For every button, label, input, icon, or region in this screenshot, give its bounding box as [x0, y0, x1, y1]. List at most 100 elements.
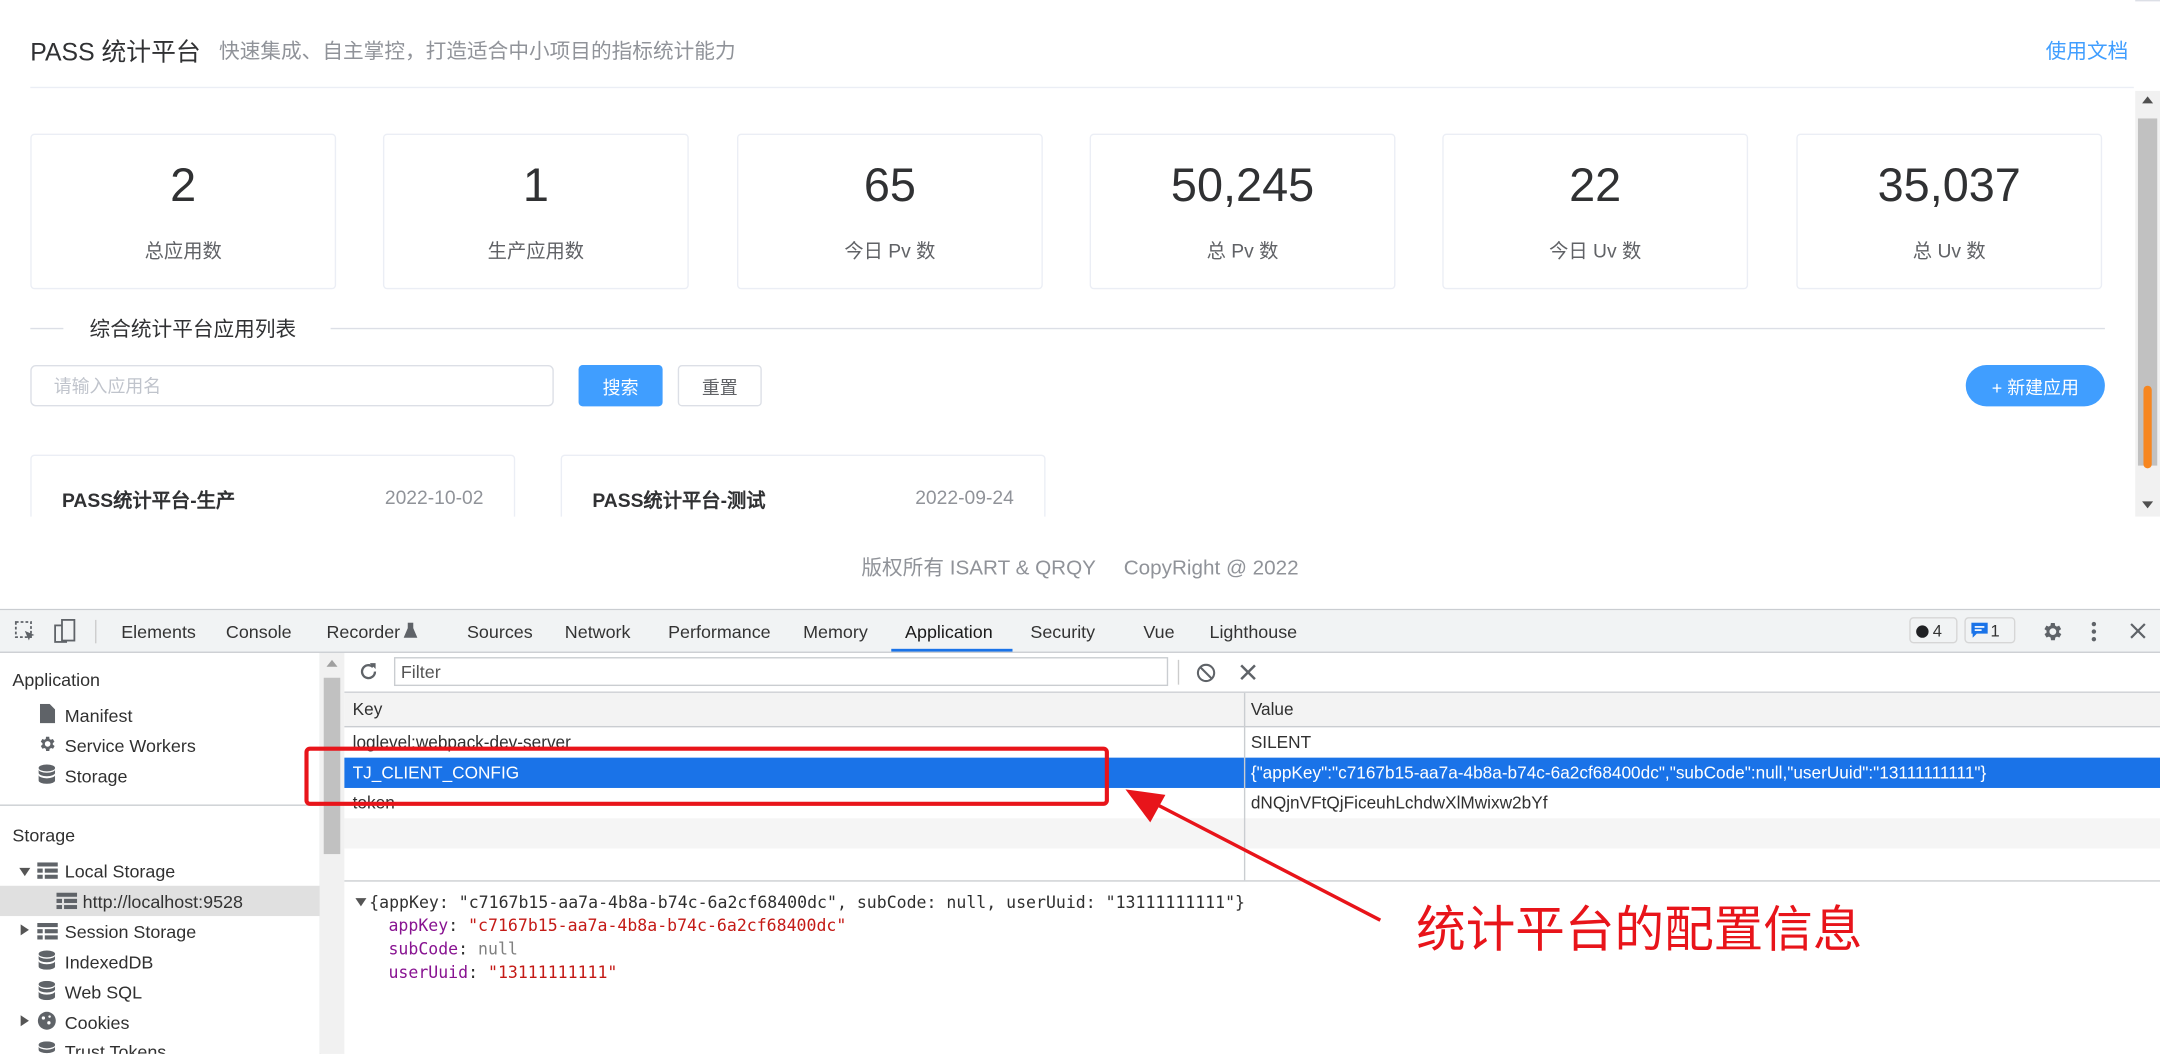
sidebar-item-manifest[interactable]: Manifest	[65, 705, 133, 726]
preview-summary[interactable]: {appKey: "c7167b15-aa7a-4b8a-b74c-6a2cf6…	[369, 893, 1245, 912]
field-value: "c7167b15-aa7a-4b8a-b74c-6a2cf68400dc"	[468, 916, 847, 936]
inspect-element-icon[interactable]	[14, 620, 37, 643]
close-devtools-icon[interactable]	[2130, 623, 2147, 640]
preview-field: userUuid: "13111111111"	[388, 962, 618, 983]
active-tab-indicator	[891, 648, 1013, 652]
database-icon	[38, 980, 56, 1001]
device-toolbar-icon[interactable]	[52, 619, 77, 644]
field-key: appKey	[388, 916, 449, 936]
scroll-up-arrow-icon[interactable]	[2142, 96, 2154, 104]
tab-console[interactable]: Console	[226, 621, 292, 642]
table-grid-icon	[37, 922, 58, 940]
reset-button[interactable]: 重置	[677, 365, 762, 407]
table-grid-icon	[56, 892, 78, 910]
stat-card-total-uv: 35,037 总 Uv 数	[1796, 133, 2103, 290]
settings-gear-icon[interactable]	[2040, 620, 2063, 643]
collapse-arrow-icon[interactable]	[20, 924, 29, 936]
collapse-arrow-icon[interactable]	[20, 1015, 29, 1027]
docs-link[interactable]: 使用文档	[2046, 36, 2129, 65]
footer-copyright: CopyRight @ 2022	[1123, 556, 1299, 580]
row-value: {"appKey":"c7167b15-aa7a-4b8a-b74c-6a2cf…	[1250, 763, 1987, 783]
app-card-date: 2022-09-24	[915, 486, 1014, 509]
table-row-empty	[344, 818, 2160, 849]
stat-value: 35,037	[1877, 159, 2021, 213]
sidebar-item-cookies[interactable]: Cookies	[65, 1012, 130, 1033]
tab-elements[interactable]: Elements	[121, 621, 196, 642]
page-subtitle: 快速集成、自主掌控，打造适合中小项目的指标统计能力	[219, 39, 736, 64]
row-value: SILENT	[1250, 732, 1312, 753]
sidebar-scrollbar[interactable]	[319, 652, 345, 1054]
tab-vue[interactable]: Vue	[1143, 621, 1174, 642]
tab-security[interactable]: Security	[1030, 621, 1095, 642]
toolbar-separator	[95, 619, 97, 644]
tab-recorder[interactable]: Recorder	[326, 621, 400, 642]
footer-rights: 版权所有 ISART & QRQY	[861, 556, 1096, 580]
scroll-down-arrow-icon[interactable]	[2142, 501, 2154, 509]
field-value: null	[478, 939, 518, 959]
sidebar-item-service-workers[interactable]: Service Workers	[65, 736, 196, 757]
annotation-label: 统计平台的配置信息	[1416, 900, 1863, 958]
database-icon	[38, 764, 56, 784]
stat-value: 22	[1569, 159, 1622, 213]
value-preview: {appKey: "c7167b15-aa7a-4b8a-b74c-6a2cf6…	[344, 882, 2160, 1054]
cookie-icon	[37, 1011, 56, 1030]
stage: PASS 统计平台 快速集成、自主掌控，打造适合中小项目的指标统计能力 使用文档…	[0, 0, 2160, 1054]
column-separator	[1243, 692, 1246, 881]
column-header-value[interactable]: Value	[1251, 700, 1294, 719]
expand-arrow-icon[interactable]	[19, 867, 31, 877]
stat-value: 50,245	[1170, 159, 1315, 213]
refresh-icon[interactable]	[358, 661, 379, 682]
tab-sources[interactable]: Sources	[467, 621, 533, 642]
devtools-panel: Elements Console Recorder Sources Networ…	[0, 608, 2160, 1054]
sidebar-divider	[0, 804, 320, 806]
file-icon	[39, 703, 56, 724]
app-card-name: PASS统计平台-测试	[592, 489, 766, 512]
app-card-date: 2022-10-02	[384, 486, 484, 509]
page-scrollbar[interactable]	[2135, 90, 2160, 517]
scroll-up-arrow-icon[interactable]	[326, 659, 338, 667]
application-sidebar: Application Manifest Service Workers Sto…	[0, 652, 321, 1054]
stat-label: 今日 Uv 数	[1549, 239, 1642, 262]
delete-selected-icon[interactable]	[1240, 664, 1257, 681]
messages-badge[interactable]: 1	[1964, 617, 2016, 644]
stat-label: 生产应用数	[487, 239, 585, 262]
stat-value: 2	[170, 159, 197, 213]
messages-count: 1	[1990, 621, 2000, 641]
tab-network[interactable]: Network	[565, 621, 631, 642]
sidebar-item-local-origin[interactable]: http://localhost:9528	[83, 891, 243, 912]
scroll-indicator	[2143, 385, 2152, 469]
section-divider-left	[30, 327, 64, 330]
section-title: 综合统计平台应用列表	[89, 314, 297, 344]
tab-performance[interactable]: Performance	[668, 621, 771, 642]
more-options-icon[interactable]	[2090, 620, 2098, 643]
section-divider-right	[330, 327, 2105, 330]
app-card[interactable]: PASS统计平台-测试 2022-09-24	[560, 454, 1046, 517]
message-icon	[1971, 622, 1988, 638]
tab-application[interactable]: Application	[905, 621, 993, 642]
sidebar-item-trust-tokens[interactable]: Trust Tokens	[65, 1041, 167, 1053]
new-app-button[interactable]: + 新建应用	[1965, 365, 2105, 407]
search-button[interactable]: 搜索	[578, 365, 663, 407]
page-title: PASS 统计平台	[30, 38, 201, 67]
field-key: userUuid	[388, 962, 469, 983]
sidebar-item-session-storage[interactable]: Session Storage	[65, 922, 196, 943]
app-name-search-input[interactable]	[30, 365, 554, 407]
annotation-highlight-box	[304, 746, 1109, 806]
errors-badge[interactable]: 4	[1909, 617, 1958, 644]
column-header-key[interactable]: Key	[353, 700, 383, 719]
tab-lighthouse[interactable]: Lighthouse	[1209, 621, 1297, 642]
tab-memory[interactable]: Memory	[803, 621, 868, 642]
app-card[interactable]: PASS统计平台-生产 2022-10-02	[30, 454, 516, 517]
expand-arrow-icon[interactable]	[355, 898, 367, 907]
preview-field: appKey: "c7167b15-aa7a-4b8a-b74c-6a2cf68…	[388, 916, 847, 936]
sidebar-item-indexeddb[interactable]: IndexedDB	[65, 952, 154, 973]
sidebar-item-local-storage[interactable]: Local Storage	[65, 861, 176, 882]
clear-all-icon[interactable]	[1196, 663, 1217, 684]
devtools-tabbar: Elements Console Recorder Sources Networ…	[0, 610, 2160, 653]
filter-input[interactable]	[393, 657, 1169, 687]
storage-view: Key Value loglevel:webpack-dev-server SI…	[344, 652, 2160, 1054]
stat-label: 今日 Pv 数	[844, 239, 936, 262]
sidebar-item-storage[interactable]: Storage	[65, 766, 128, 787]
sidebar-item-web-sql[interactable]: Web SQL	[65, 982, 142, 1003]
app-card-name: PASS统计平台-生产	[61, 489, 236, 512]
